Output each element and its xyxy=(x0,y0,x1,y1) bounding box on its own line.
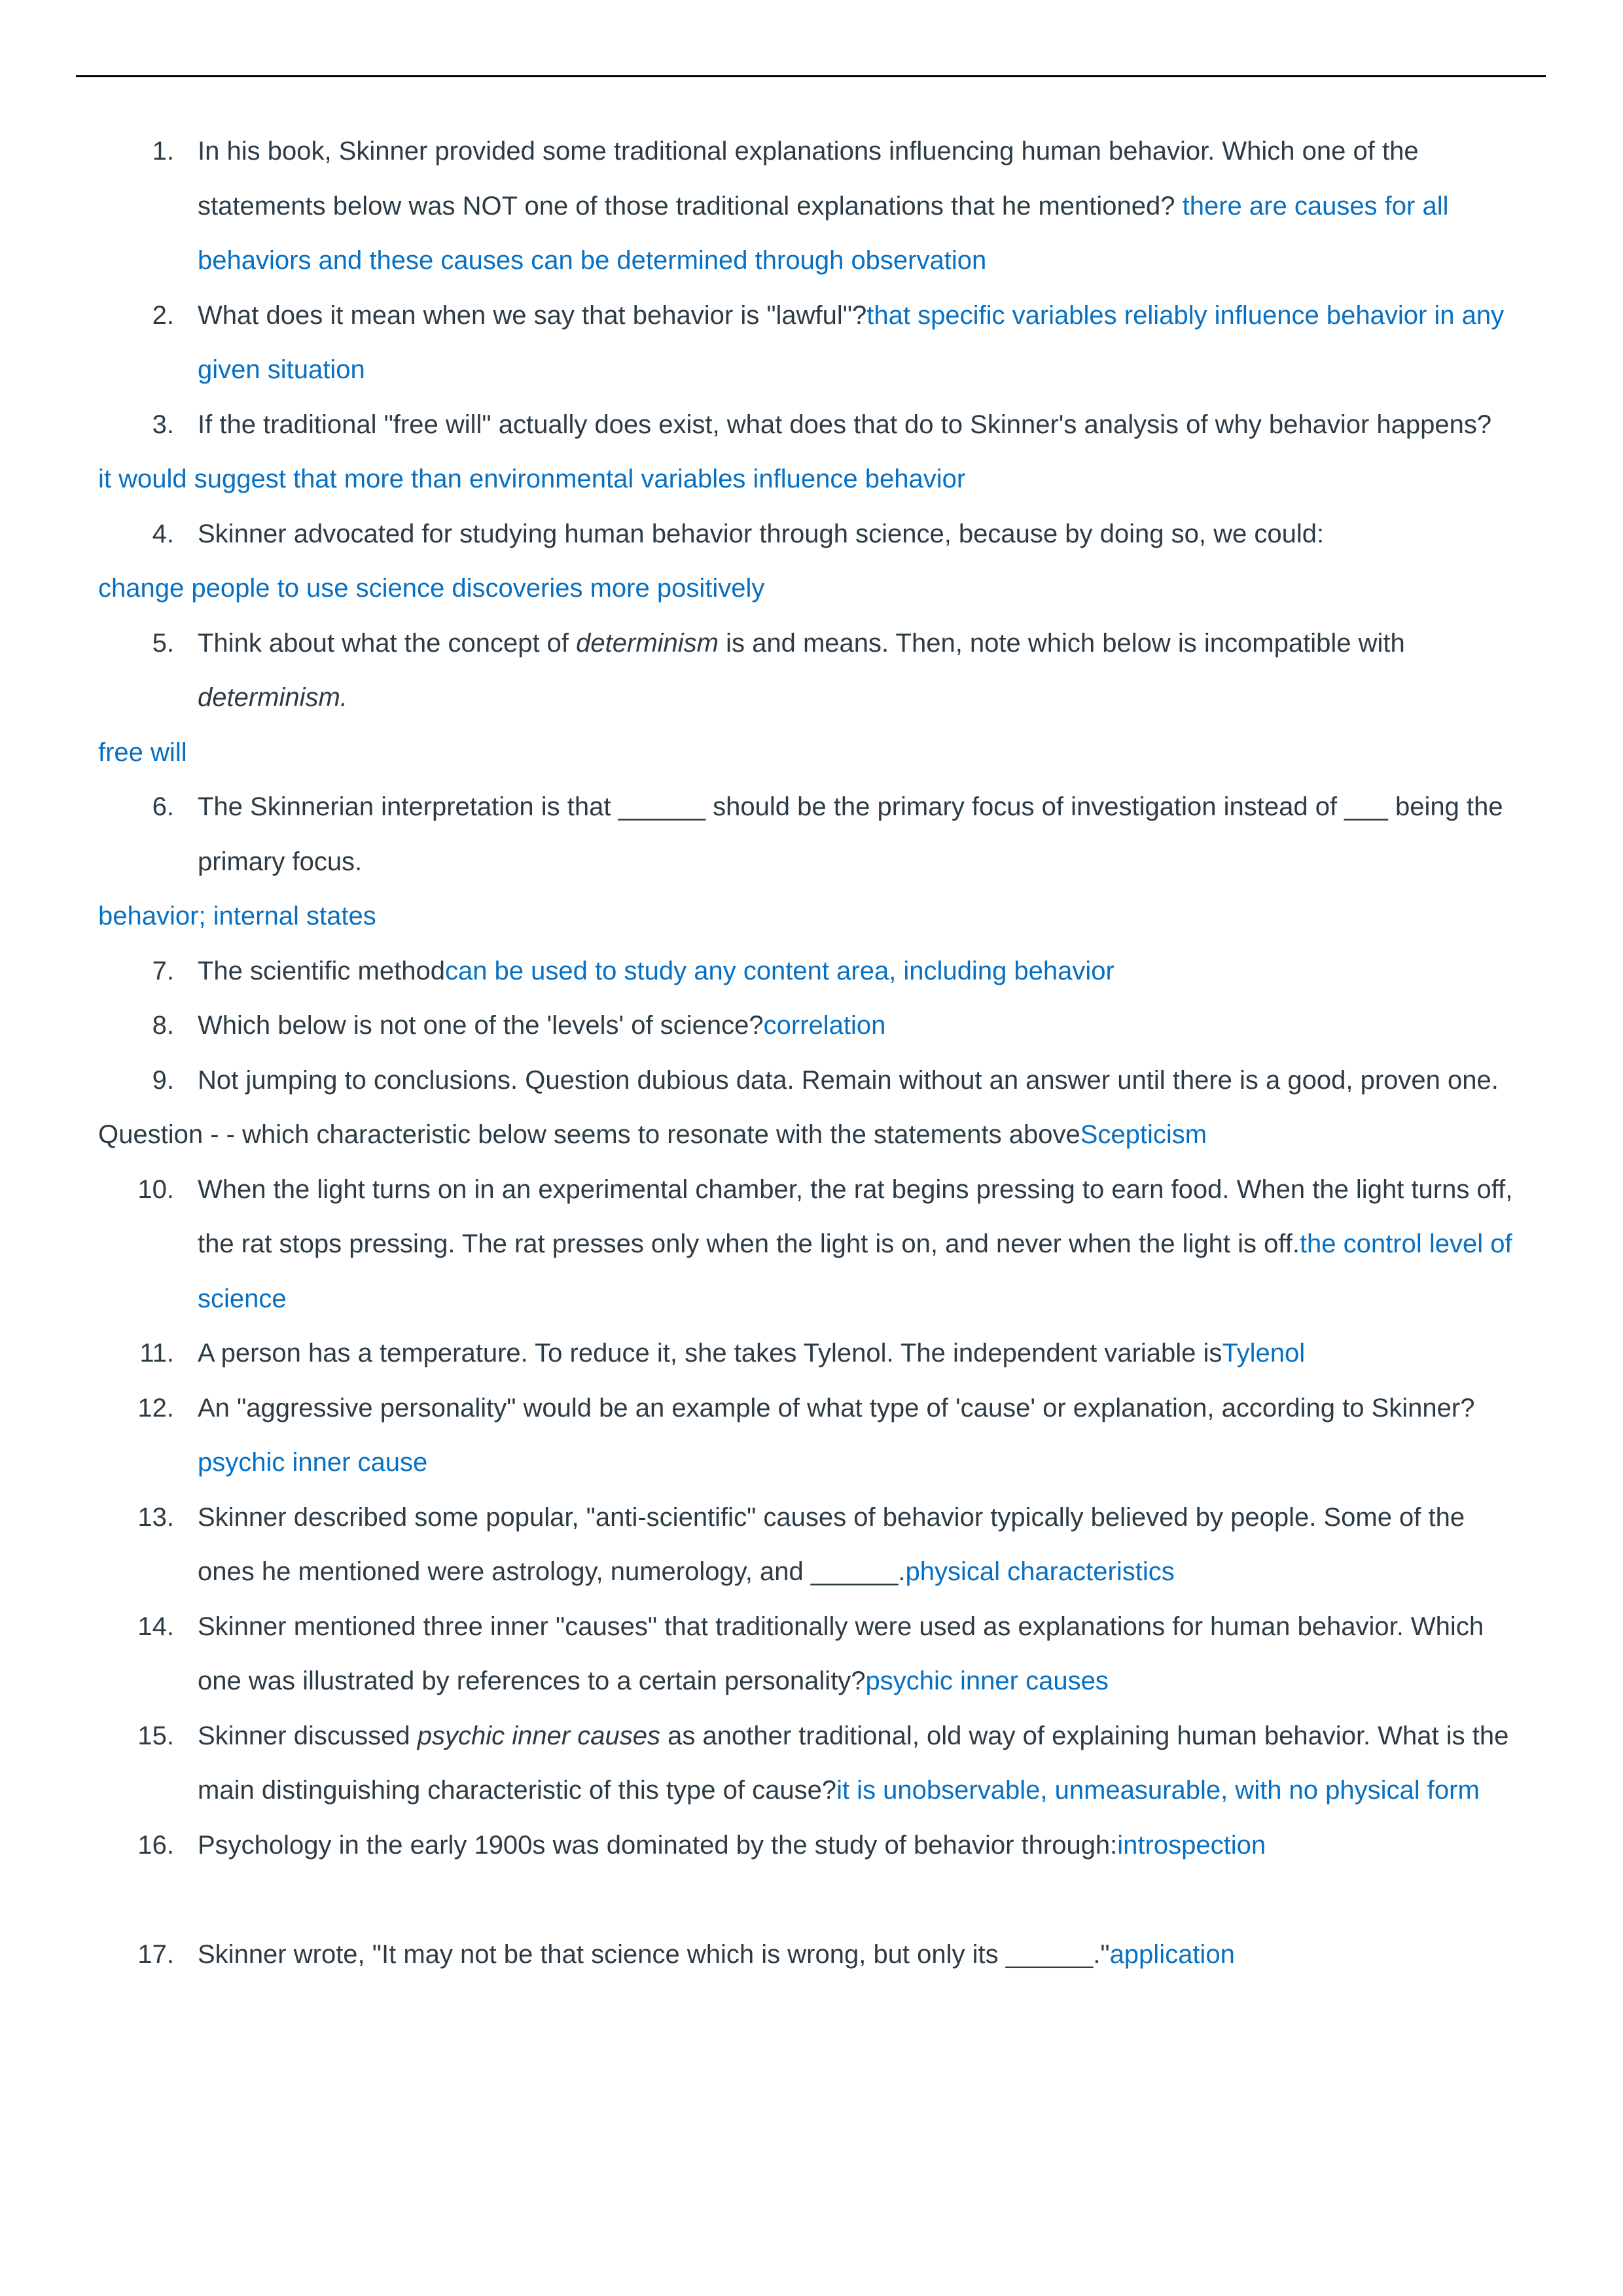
question-item: 12. An "aggressive personality" would be … xyxy=(98,1381,1525,1491)
question-body: Not jumping to conclusions. Question dub… xyxy=(198,1066,1499,1095)
answer-text: psychic inner cause xyxy=(198,1448,428,1477)
question-text: Think about what the concept of xyxy=(198,628,577,658)
question-body: Psychology in the early 1900s was domina… xyxy=(198,1831,1266,1860)
question-number: 10. xyxy=(137,1174,174,1204)
question-item: 14. Skinner mentioned three inner "causes… xyxy=(98,1600,1525,1709)
question-number: 13. xyxy=(137,1502,174,1532)
answer-text: can be used to study any content area, i… xyxy=(444,956,1115,985)
question-text: The scientific method xyxy=(198,956,445,985)
question-item: 16. Psychology in the early 1900s was dom… xyxy=(98,1818,1525,1873)
question-list: 1. In his book, Skinner provided some tra… xyxy=(98,124,1525,1982)
question-body: Skinner advocated for studying human beh… xyxy=(198,520,1324,548)
question-item: 13. Skinner described some popular, "anti… xyxy=(98,1491,1525,1600)
question-body: The scientific methodcan be used to stud… xyxy=(198,957,1115,985)
question-body: The Skinnerian interpretation is that __… xyxy=(198,792,1503,876)
question-item: 4. Skinner advocated for studying human b… xyxy=(98,507,1525,562)
question-number: 14. xyxy=(137,1612,174,1641)
question-number: 5. xyxy=(152,628,174,658)
question-number: 9. xyxy=(152,1065,174,1095)
header-rule xyxy=(76,75,1546,77)
question-number: 6. xyxy=(152,792,174,821)
question-item: 5. Think about what the concept of determ… xyxy=(98,616,1525,726)
question-text: is and means. Then, note which below is … xyxy=(719,628,1405,658)
question-text: Skinner advocated for studying human beh… xyxy=(198,519,1325,548)
question-text: An "aggressive personality" would be an … xyxy=(198,1393,1475,1422)
question-number: 17. xyxy=(137,1939,174,1969)
question-text: Skinner discussed xyxy=(198,1721,418,1750)
answer-text: Scepticism xyxy=(1080,1120,1207,1149)
question-emphasis: determinism. xyxy=(198,683,348,712)
question-item: 8. Which below is not one of the 'levels'… xyxy=(98,998,1525,1053)
answer-text: physical characteristics xyxy=(905,1557,1175,1586)
answer-text: it is unobservable, unmeasurable, with n… xyxy=(836,1776,1480,1805)
question-item: 2. What does it mean when we say that beh… xyxy=(98,289,1525,398)
question-body: Skinner mentioned three inner "causes" t… xyxy=(198,1612,1484,1696)
question-body: Which below is not one of the 'levels' o… xyxy=(198,1011,885,1040)
question-text: Skinner described some popular, "anti-sc… xyxy=(198,1502,1465,1587)
question-body: A person has a temperature. To reduce it… xyxy=(198,1339,1305,1368)
question-body: Think about what the concept of determin… xyxy=(198,629,1405,713)
answer-line: free will xyxy=(98,737,187,767)
question-item: 9. Not jumping to conclusions. Question d… xyxy=(98,1053,1525,1108)
question-number: 3. xyxy=(152,410,174,439)
question-body: In his book, Skinner provided some tradi… xyxy=(198,137,1448,275)
question-item: 3. If the traditional "free will" actuall… xyxy=(98,398,1525,453)
question-number: 11. xyxy=(139,1339,174,1368)
question-text: Which below is not one of the 'levels' o… xyxy=(198,1011,764,1040)
question-body: What does it mean when we say that behav… xyxy=(198,301,1504,385)
question-text: A person has a temperature. To reduce it… xyxy=(198,1339,1222,1368)
answer-line: behavior; internal states xyxy=(98,902,376,930)
question-emphasis: determinism xyxy=(576,628,719,658)
follow-up-question: Question - - which characteristic below … xyxy=(98,1108,1525,1163)
question-body: Skinner described some popular, "anti-sc… xyxy=(198,1503,1465,1587)
question-body: When the light turns on in an experiment… xyxy=(198,1175,1512,1313)
question-number: 1. xyxy=(152,137,174,166)
question-emphasis: psychic inner causes xyxy=(417,1721,661,1750)
question-body: Skinner discussed psychic inner causes a… xyxy=(198,1722,1508,1805)
answer-text: application xyxy=(1109,1939,1235,1969)
question-text: What does it mean when we say that behav… xyxy=(198,300,867,330)
question-text: Skinner wrote, "It may not be that scien… xyxy=(198,1939,1110,1969)
question-number: 2. xyxy=(152,300,174,330)
question-item: 7. The scientific methodcan be used to st… xyxy=(98,944,1525,999)
follow-up-text: Question - - which characteristic below … xyxy=(98,1120,1080,1149)
question-number: 15. xyxy=(137,1721,174,1750)
answer-text: Tylenol xyxy=(1222,1339,1306,1368)
answer-text: introspection xyxy=(1117,1830,1266,1860)
question-text: If the traditional "free will" actually … xyxy=(198,410,1492,439)
question-text: Skinner mentioned three inner "causes" t… xyxy=(198,1612,1484,1696)
answer-line: change people to use science discoveries… xyxy=(98,574,765,603)
question-number: 7. xyxy=(152,956,174,985)
question-number: 12. xyxy=(137,1393,174,1422)
question-text: Psychology in the early 1900s was domina… xyxy=(198,1830,1118,1860)
question-item: 10. When the light turns on in an experim… xyxy=(98,1163,1525,1327)
question-text: Not jumping to conclusions. Question dub… xyxy=(198,1065,1499,1095)
question-number: 8. xyxy=(152,1011,174,1040)
answer-text: correlation xyxy=(763,1011,886,1040)
question-body: If the traditional "free will" actually … xyxy=(198,410,1491,439)
question-number: 4. xyxy=(152,519,174,548)
question-item: 11. A person has a temperature. To reduce… xyxy=(98,1326,1525,1381)
question-item: 6. The Skinnerian interpretation is that … xyxy=(98,780,1525,889)
question-body: Skinner wrote, "It may not be that scien… xyxy=(198,1940,1235,1969)
answer-line: it would suggest that more than environm… xyxy=(98,465,966,493)
question-body: An "aggressive personality" would be an … xyxy=(198,1394,1474,1477)
question-text: The Skinnerian interpretation is that __… xyxy=(198,792,1503,876)
question-item: 1. In his book, Skinner provided some tra… xyxy=(98,124,1525,289)
question-item: 17. Skinner wrote, "It may not be that sc… xyxy=(98,1928,1525,1983)
question-number: 16. xyxy=(137,1830,174,1860)
question-item: 15. Skinner discussed psychic inner cause… xyxy=(98,1709,1525,1818)
answer-text: psychic inner causes xyxy=(865,1667,1109,1695)
